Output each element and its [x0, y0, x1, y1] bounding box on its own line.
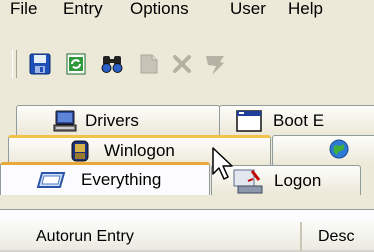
tab-everything[interactable]: Everything	[0, 162, 210, 195]
menu-options[interactable]: Options	[130, 0, 189, 20]
menu-user[interactable]: User	[230, 0, 266, 20]
results-panel: Autorun Entry Desc	[0, 209, 374, 252]
mouse-pointer-icon	[212, 147, 234, 186]
tab-boot-execute[interactable]: Boot E	[219, 105, 374, 135]
everything-icon	[36, 170, 66, 195]
column-header-label: Desc	[318, 228, 355, 245]
delete-icon[interactable]	[170, 52, 194, 76]
toolbar	[0, 38, 374, 88]
refresh-icon[interactable]	[64, 52, 88, 76]
jump-icon[interactable]	[203, 52, 227, 76]
tab-logon-label: Logon	[274, 171, 322, 190]
boot-execute-icon	[236, 110, 262, 135]
drivers-icon	[53, 110, 77, 135]
tab-everything-label: Everything	[81, 170, 162, 189]
tab-drivers[interactable]: Drivers	[16, 105, 220, 135]
column-header-autorun-entry[interactable]: Autorun Entry	[0, 222, 302, 252]
column-header-label: Autorun Entry	[36, 228, 134, 245]
tab-winlogon-label: Winlogon	[104, 141, 175, 160]
column-header-description[interactable]: Desc	[302, 222, 374, 252]
logon-icon	[232, 168, 264, 195]
tab-internet-explorer[interactable]	[272, 135, 374, 165]
save-icon[interactable]	[28, 52, 52, 76]
toolbar-grip[interactable]	[12, 50, 17, 78]
properties-icon[interactable]	[137, 52, 161, 76]
tab-drivers-label: Drivers	[85, 111, 139, 130]
tab-boot-execute-label: Boot E	[273, 111, 325, 130]
menu-bar: File Entry Options User Help	[0, 0, 374, 32]
menu-file[interactable]: File	[10, 0, 37, 20]
globe-icon	[328, 138, 350, 165]
menu-help[interactable]: Help	[288, 0, 323, 20]
menu-entry[interactable]: Entry	[63, 0, 103, 20]
find-icon[interactable]	[100, 52, 124, 76]
